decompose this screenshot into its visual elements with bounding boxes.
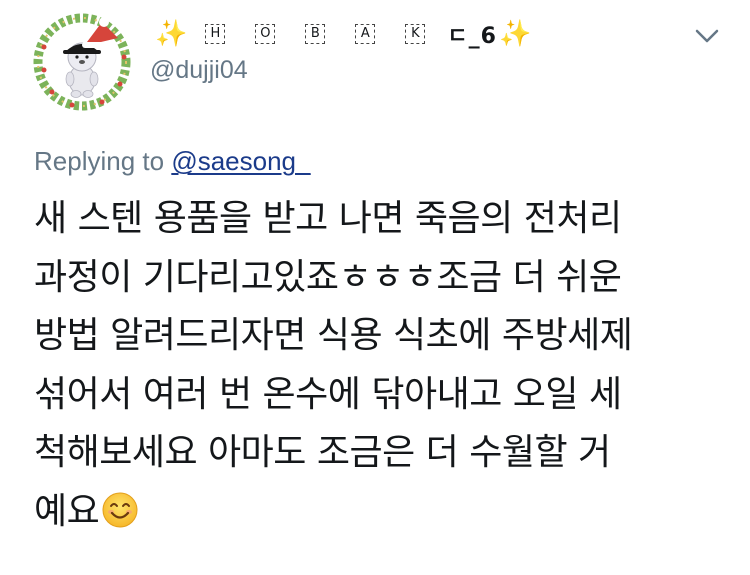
avatar[interactable]	[32, 12, 132, 112]
tweet-text-line: 섞어서 여러 번 온수에 닦아내고 오일 세	[34, 373, 622, 415]
sparkle-icon: ✨	[155, 19, 188, 49]
avatar-image	[32, 12, 132, 112]
smiling-face-emoji-icon	[102, 492, 138, 528]
user-handle[interactable]: @dujji04	[150, 56, 248, 85]
reply-mention-link[interactable]: @saesong_	[171, 146, 310, 176]
tweet-text: 새 스텐 용품을 받고 나면 죽음의 전처리 과정이 기다리고있죠ㅎㅎㅎ조금 더…	[34, 190, 724, 542]
tweet-text-line: 새 스텐 용품을 받고 나면 죽음의 전처리	[34, 198, 622, 239]
display-name-suffix: ㄷ_6	[447, 24, 497, 49]
display-name-letter: H	[205, 24, 226, 44]
display-name-letter: B	[305, 24, 326, 44]
tweet-text-line: 척해보세요 아마도 조금은 더 수월할 거	[34, 432, 611, 474]
display-name[interactable]: ✨ H O B A K ㄷ_6 ✨	[155, 16, 531, 52]
display-name-letter: A	[355, 24, 376, 44]
chevron-down-icon[interactable]	[694, 27, 720, 45]
replying-to: Replying to @saesong_	[34, 146, 310, 177]
tweet-card: ✨ H O B A K ㄷ_6 ✨ @dujji04 Replying to @…	[0, 0, 750, 575]
tweet-text-line: 방법 알려드리자면 식용 식초에 주방세제	[34, 315, 633, 357]
tweet-text-line: 예요	[34, 490, 100, 532]
tweet-text-last-line: 예요	[34, 483, 724, 542]
tweet-text-line: 과정이 기다리고있죠ㅎㅎㅎ조금 더 쉬운	[34, 256, 622, 298]
display-name-letter: K	[405, 24, 426, 44]
replying-to-label: Replying to	[34, 146, 165, 176]
sparkle-icon: ✨	[498, 19, 532, 49]
display-name-letter: O	[255, 24, 276, 44]
